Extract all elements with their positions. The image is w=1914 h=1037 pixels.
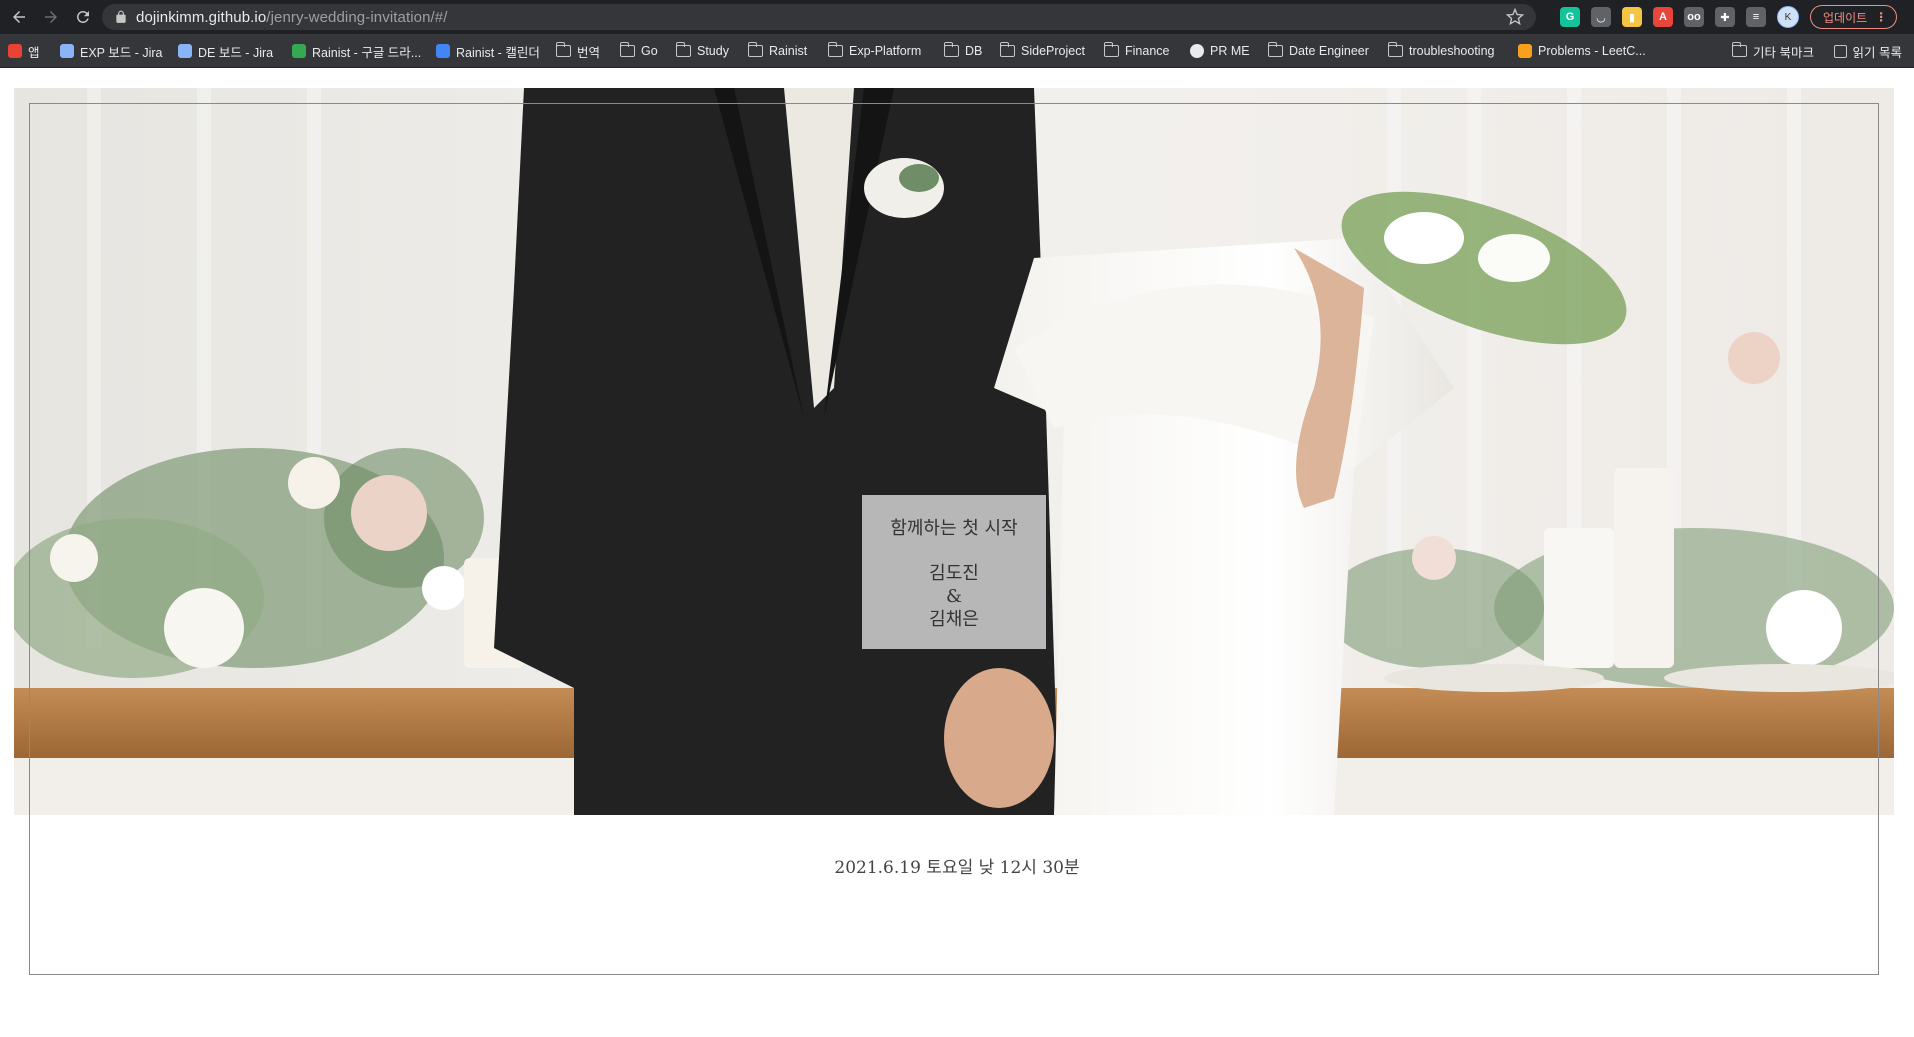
reload-button[interactable] [68, 2, 98, 32]
bookmark-label: Finance [1125, 44, 1170, 58]
bookmark-item[interactable]: SideProject [999, 42, 1085, 60]
folder-icon [1267, 42, 1283, 57]
folder-icon [999, 42, 1015, 57]
bookmark-item[interactable]: Date Engineer [1267, 42, 1369, 60]
invitation-tagline: 함께하는 첫 시작 [890, 517, 1018, 539]
bookmark-label: troubleshooting [1409, 44, 1495, 58]
leetcode-icon [1518, 44, 1532, 58]
bookmark-reading-list[interactable]: 읽기 목록 [1833, 42, 1902, 60]
bookmark-item[interactable]: Rainist - 구글 드라... [292, 42, 421, 60]
bookmark-other-label: 기타 북마크 [1753, 45, 1814, 60]
drive-icon [292, 44, 306, 58]
bookmark-label: PR ME [1210, 44, 1250, 58]
bookmark-label: DE 보드 - Jira [198, 45, 274, 60]
folder-icon [1387, 42, 1403, 57]
bookmark-item[interactable]: Go [619, 42, 658, 60]
extensions-area: G ◡ ▮ Aoo ✚ ≡ K 업데이트 ⋮ [1560, 4, 1898, 30]
bookmark-item[interactable]: Rainist [747, 42, 808, 60]
bookmark-label: Rainist - 구글 드라... [312, 45, 422, 60]
url-host: dojinkimm.github.io [136, 8, 267, 26]
folder-icon [675, 42, 691, 57]
bookmark-item[interactable]: Finance [1103, 42, 1170, 60]
bookmark-item[interactable]: DB [943, 42, 983, 60]
folder-icon [619, 42, 635, 57]
bookmark-label: Date Engineer [1289, 44, 1369, 58]
wedding-invitation-page: 함께하는 첫 시작 김도진 & 김채은 2021.6.19 토요일 낮 12시 … [0, 69, 1914, 1037]
bookmark-label: Go [641, 44, 658, 58]
jira-icon [60, 44, 74, 58]
github-icon [1190, 44, 1204, 58]
bookmark-item[interactable]: Rainist - 캘린더 [436, 42, 540, 60]
puzzle-icon[interactable]: ✚ [1715, 7, 1735, 27]
bookmark-item[interactable]: troubleshooting [1387, 42, 1495, 60]
bookmark-label: Study [697, 44, 729, 58]
bookmark-label: Problems - LeetC... [1538, 44, 1646, 58]
wedding-date: 2021.6.19 토요일 낮 12시 30분 [834, 858, 1080, 878]
folder-icon [943, 42, 959, 57]
apps-icon [8, 44, 22, 58]
address-bar[interactable]: dojinkimm.github.io/jenry-wedding-invita… [102, 4, 1536, 30]
folder-icon [747, 42, 763, 57]
back-button[interactable] [4, 2, 34, 32]
bookmark-item[interactable]: Exp-Platform [827, 42, 922, 60]
bookmark-item[interactable]: 번역 [555, 42, 601, 60]
update-label: 업데이트 [1823, 10, 1868, 25]
bookmarks-bar: 기타 북마크 읽기 목록 앱 EXP 보드 - Jira DE 보드 - Jira R… [0, 34, 1914, 68]
url-path: /jenry-wedding-invitation/#/ [266, 8, 448, 26]
bookmark-item[interactable]: DE 보드 - Jira [178, 42, 273, 60]
folder-icon [555, 42, 571, 57]
bookmark-item[interactable]: EXP 보드 - Jira [60, 42, 163, 60]
arrow-left-icon [13, 11, 25, 23]
jira-icon [178, 44, 192, 58]
bookmark-label: 앱 [28, 45, 40, 60]
couple-photo-illustration [14, 88, 1894, 815]
bookmark-label: Rainist [769, 44, 808, 58]
lock-icon [114, 10, 128, 24]
ampersand: & [945, 585, 963, 607]
calendar-icon [436, 44, 450, 58]
bookmark-label: Exp-Platform [849, 44, 922, 58]
reading-list-icon[interactable]: ≡ [1746, 7, 1766, 27]
bookmark-label: Rainist - 캘린더 [456, 45, 540, 60]
bookmark-star-icon[interactable] [1505, 7, 1525, 26]
grammarly-icon[interactable]: G [1560, 7, 1580, 27]
folder-icon [1731, 42, 1748, 57]
reading-list-label: 읽기 목록 [1852, 45, 1902, 60]
reading-list-icon [1833, 44, 1847, 58]
bride-name: 김채은 [929, 608, 979, 630]
forward-button[interactable] [36, 2, 66, 32]
bag-icon[interactable]: ▮ [1622, 7, 1642, 27]
profile-avatar[interactable]: K [1777, 6, 1799, 28]
bookmark-item[interactable]: Study [675, 42, 729, 60]
translate-ext-icon[interactable]: A [1653, 7, 1673, 27]
pocket-icon[interactable]: ◡ [1591, 7, 1611, 27]
bookmark-item[interactable]: Problems - LeetC... [1518, 42, 1646, 60]
url-text: dojinkimm.github.io/jenry-wedding-invita… [136, 9, 448, 26]
folder-icon [1103, 42, 1119, 57]
bookmark-label: 번역 [577, 45, 601, 60]
more-menu-icon[interactable]: ⋮ [1875, 10, 1887, 24]
groom-name: 김도진 [929, 562, 979, 584]
browser-toolbar: dojinkimm.github.io/jenry-wedding-invita… [0, 0, 1914, 34]
couple-photo [14, 88, 1894, 815]
arrow-right-icon [45, 11, 57, 23]
bookmark-item[interactable]: PR ME [1190, 42, 1250, 60]
bookmark-other[interactable]: 기타 북마크 [1731, 42, 1814, 60]
bookmark-label: EXP 보드 - Jira [80, 45, 163, 60]
bookmark-label: SideProject [1021, 44, 1085, 58]
glasses-icon[interactable]: oo [1684, 7, 1704, 27]
folder-icon [827, 42, 843, 57]
bookmark-item[interactable]: 앱 [8, 42, 40, 60]
bookmark-label: DB [965, 44, 983, 58]
update-button[interactable]: 업데이트 ⋮ [1810, 5, 1898, 29]
title-card: 함께하는 첫 시작 김도진 & 김채은 [862, 495, 1046, 649]
reload-icon [77, 11, 89, 23]
